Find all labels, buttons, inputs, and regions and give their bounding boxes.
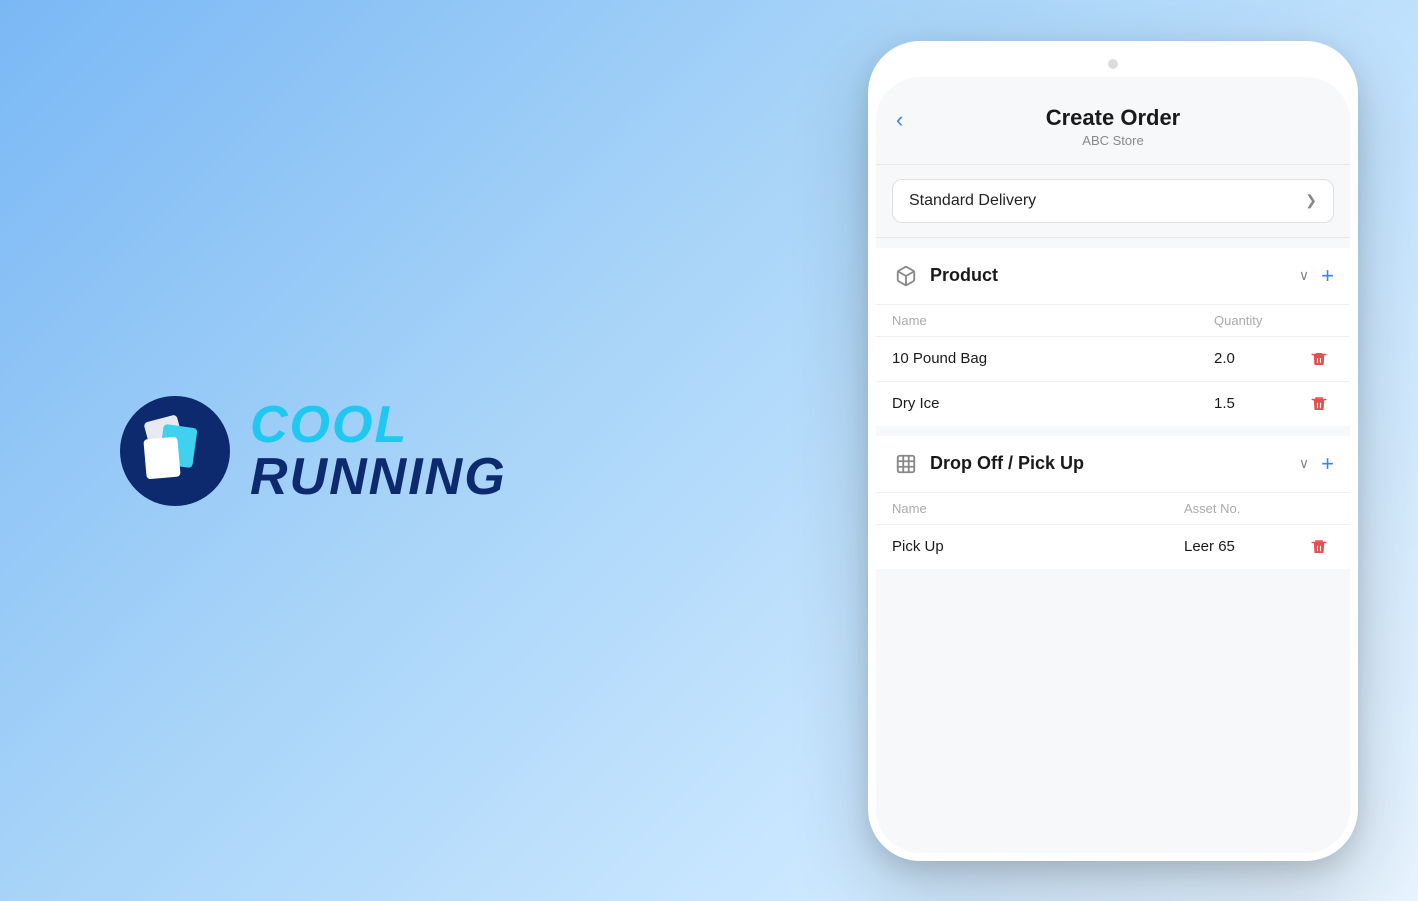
product-qty-col-header: Quantity: [1214, 313, 1304, 328]
product-row: 10 Pound Bag 2.0: [876, 336, 1350, 381]
delivery-dropdown-section: Standard Delivery ❯: [876, 165, 1350, 238]
phone-screen: ‹ Create Order ABC Store Standard Delive…: [876, 77, 1350, 853]
dropoff-asset-1: Leer 65: [1184, 538, 1304, 555]
product-section-title: Product: [930, 265, 1295, 286]
product-name-2: Dry Ice: [892, 395, 1214, 412]
dropoff-icon: [892, 450, 920, 478]
logo-running-text: RUNNING: [250, 451, 507, 503]
dropoff-chevron-icon[interactable]: ∨: [1299, 455, 1309, 472]
screen-content: ‹ Create Order ABC Store Standard Delive…: [876, 77, 1350, 853]
phone-notch: [1053, 53, 1173, 75]
delete-dropoff-1-button[interactable]: [1304, 537, 1334, 557]
dropoff-name-col-header: Name: [892, 501, 1184, 516]
product-qty-2: 1.5: [1214, 395, 1304, 412]
logo-text: COOL RUNNING: [250, 399, 507, 503]
delete-product-1-button[interactable]: [1304, 349, 1334, 369]
page-subtitle: ABC Store: [1082, 133, 1143, 148]
phone-frame: ‹ Create Order ABC Store Standard Delive…: [868, 41, 1358, 861]
app-header: ‹ Create Order ABC Store: [876, 77, 1350, 165]
logo-section: COOL RUNNING: [120, 396, 507, 506]
back-button[interactable]: ‹: [896, 107, 903, 133]
product-row: Dry Ice 1.5: [876, 381, 1350, 426]
phone-wrapper: ‹ Create Order ABC Store Standard Delive…: [868, 41, 1358, 861]
logo-papers: [143, 418, 208, 483]
dropoff-asset-col-header: Asset No.: [1184, 501, 1304, 516]
dropoff-name-1: Pick Up: [892, 538, 1184, 555]
logo-cool-text: COOL: [250, 399, 507, 451]
logo-circle: [120, 396, 230, 506]
dropoff-section-header: Drop Off / Pick Up ∨ +: [876, 436, 1350, 493]
product-icon: [892, 262, 920, 290]
chevron-down-icon: ❯: [1305, 192, 1317, 209]
dropoff-section: Drop Off / Pick Up ∨ + Name Asset No. Pi…: [876, 436, 1350, 569]
product-chevron-icon[interactable]: ∨: [1299, 267, 1309, 284]
product-qty-1: 2.0: [1214, 350, 1304, 367]
delete-product-2-button[interactable]: [1304, 394, 1334, 414]
paper-3: [143, 437, 180, 480]
product-section-header: Product ∨ +: [876, 248, 1350, 305]
dropoff-add-button[interactable]: +: [1321, 451, 1334, 477]
product-add-button[interactable]: +: [1321, 263, 1334, 289]
product-table-header: Name Quantity: [876, 305, 1350, 336]
delivery-dropdown-value: Standard Delivery: [909, 192, 1036, 210]
phone-camera: [1108, 59, 1118, 69]
product-name-col-header: Name: [892, 313, 1214, 328]
product-name-1: 10 Pound Bag: [892, 350, 1214, 367]
delivery-dropdown[interactable]: Standard Delivery ❯: [892, 179, 1334, 223]
dropoff-row: Pick Up Leer 65: [876, 524, 1350, 569]
page-title: Create Order: [1046, 105, 1181, 131]
dropoff-table-header: Name Asset No.: [876, 493, 1350, 524]
product-section: Product ∨ + Name Quantity 10 Pound Bag 2…: [876, 248, 1350, 426]
dropoff-section-title: Drop Off / Pick Up: [930, 453, 1295, 474]
